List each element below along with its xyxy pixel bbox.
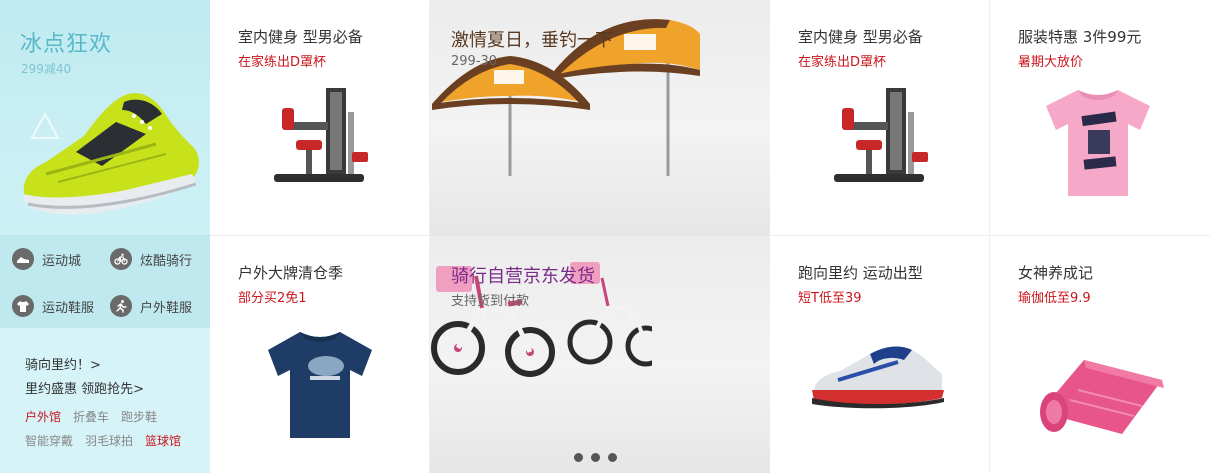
pink-tshirt-image [1046, 90, 1150, 196]
link-label: 炫酷骑行 [140, 253, 193, 269]
promo-subtitle: 299减40 [21, 62, 72, 76]
link-outdoor-apparel[interactable]: 户外鞋服 [110, 295, 192, 317]
rio-ride-link[interactable]: 骑向里约！> [25, 354, 101, 373]
tag-row-2: 智能穿戴 羽毛球拍 篮球馆 [25, 432, 181, 449]
tile-title: 女神养成记 [1018, 264, 1094, 282]
promo-category-links: 运动城 炫酷骑行 运动鞋服 户外鞋服 [0, 235, 210, 328]
link-sport-apparel[interactable]: 运动鞋服 [12, 295, 94, 317]
tag-running-shoes[interactable]: 跑步鞋 [121, 408, 157, 425]
tag-folding-bike[interactable]: 折叠车 [73, 408, 109, 425]
product-tile-outdoor[interactable]: 户外大牌清仓季 部分买2免1 [210, 236, 430, 473]
lime-sneaker-image [23, 93, 199, 215]
yoga-mat-image [1040, 360, 1164, 434]
bicycle-icon [110, 248, 132, 270]
promo-text-links: 骑向里约！> 里约盛惠 领跑抢先> 户外馆 折叠车 跑步鞋 智能穿戴 羽毛球拍 … [0, 328, 210, 473]
left-promo-panel: 冰点狂欢 299减40 运动城 炫酷骑行 运动鞋服 户外鞋服 骑向里约！> 里约… [0, 0, 210, 473]
featured-subtitle: 支持货到付款 [451, 294, 530, 309]
tag-outdoor-hall[interactable]: 户外馆 [25, 408, 61, 425]
clothing-icon [12, 295, 34, 317]
tile-subtitle: 短T低至39 [798, 291, 862, 306]
carousel-dot[interactable] [574, 453, 583, 462]
tile-subtitle: 部分买2免1 [238, 291, 307, 306]
tag-badminton-racket[interactable]: 羽毛球拍 [85, 432, 133, 449]
tile-subtitle: 在家练出D罩杯 [238, 55, 327, 70]
tile-title: 服装特惠 3件99元 [1018, 28, 1142, 46]
tile-title: 跑向里约 运动出型 [798, 264, 923, 282]
featured-title: 骑行自营京东发货 [451, 266, 595, 287]
tile-title: 室内健身 型男必备 [238, 28, 363, 46]
link-cool-cycling[interactable]: 炫酷骑行 [110, 248, 192, 270]
promo-hero[interactable]: 冰点狂欢 299减40 [0, 0, 210, 235]
runner-icon [110, 295, 132, 317]
featured-title: 激情夏日，垂钓一下 [451, 30, 613, 51]
tile-subtitle: 瑜伽低至9.9 [1018, 291, 1091, 306]
running-shoe-image [812, 346, 944, 409]
tag-basketball-hall[interactable]: 篮球馆 [145, 432, 181, 449]
product-tile-yoga[interactable]: 女神养成记 瑜伽低至9.9 [990, 236, 1210, 473]
tile-subtitle: 在家练出D罩杯 [798, 55, 887, 70]
carousel-dot[interactable] [608, 453, 617, 462]
tile-title: 室内健身 型男必备 [798, 28, 923, 46]
link-label: 运动城 [42, 253, 82, 269]
featured-tile-fishing[interactable]: 激情夏日，垂钓一下 299-30 [430, 0, 770, 236]
fitness-machine-image [274, 88, 368, 182]
fitness-machine-image [834, 88, 928, 182]
featured-subtitle: 299-30 [451, 54, 498, 69]
link-sport-city[interactable]: 运动城 [12, 248, 81, 270]
kids-bicycles-image [431, 262, 667, 377]
promo-title: 冰点狂欢 [20, 32, 113, 57]
product-tile-fitness-2[interactable]: 室内健身 型男必备 在家练出D罩杯 [770, 0, 990, 236]
product-tile-apparel-deal[interactable]: 服装特惠 3件99元 暑期大放价 [990, 0, 1210, 236]
product-tile-running[interactable]: 跑向里约 运动出型 短T低至39 [770, 236, 990, 473]
navy-tshirt-image [268, 332, 372, 438]
tile-subtitle: 暑期大放价 [1018, 55, 1084, 70]
tag-smart-wear[interactable]: 智能穿戴 [25, 432, 73, 449]
rio-deal-link[interactable]: 里约盛惠 领跑抢先> [25, 378, 144, 397]
tile-title: 户外大牌清仓季 [238, 264, 344, 282]
link-label: 户外鞋服 [140, 300, 193, 316]
product-tile-fitness[interactable]: 室内健身 型男必备 在家练出D罩杯 [210, 0, 430, 236]
sport-shoe-icon [12, 248, 34, 270]
link-label: 运动鞋服 [42, 300, 95, 316]
carousel-dot[interactable] [591, 453, 600, 462]
featured-tile-cycling[interactable]: 骑行自营京东发货 支持货到付款 [430, 236, 770, 473]
carousel-dots [574, 453, 617, 462]
tag-row-1: 户外馆 折叠车 跑步鞋 [25, 408, 157, 425]
